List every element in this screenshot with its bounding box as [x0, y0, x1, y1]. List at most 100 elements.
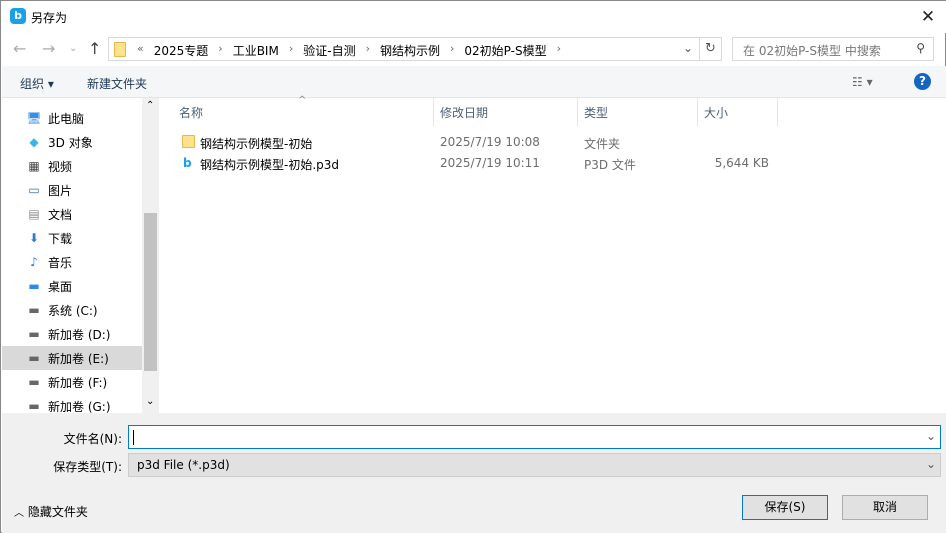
sidebar-item[interactable]: ▬ 新加卷 (D:) [2, 322, 142, 346]
file-list: ^ 名称 修改日期 类型 大小 钢结构示例模型-初始 2025/7/19 10:… [160, 95, 946, 413]
video-icon: ▦ [28, 159, 40, 173]
breadcrumb-item[interactable]: 2025专题 [148, 42, 215, 59]
divider [697, 98, 698, 126]
back-button[interactable]: ← [13, 39, 26, 58]
document-icon: ▤ [28, 207, 40, 221]
close-button[interactable]: ✕ [913, 5, 943, 29]
up-button[interactable]: ↑ [88, 39, 101, 58]
file-name: 钢结构示例模型-初始 [200, 137, 313, 151]
drive-icon: ▬ [28, 327, 40, 341]
sidebar-item-label: 下载 [48, 231, 73, 246]
sidebar-item[interactable]: ▦ 视频 [2, 154, 142, 178]
recent-dropdown-button[interactable]: ⌄ [69, 43, 77, 54]
drive-icon: ▬ [28, 375, 40, 389]
organize-label: 组织 [20, 77, 45, 91]
file-type: P3D 文件 [584, 158, 636, 172]
sidebar-item-label: 新加卷 (D:) [48, 327, 111, 342]
refresh-icon[interactable]: ↻ [705, 41, 716, 56]
sidebar-item[interactable]: 🖥 此电脑 [2, 106, 142, 130]
app-icon: b [10, 8, 26, 24]
window-title: 另存为 [31, 11, 68, 25]
filetype-label: 保存类型(T): [53, 460, 122, 474]
folder-icon [182, 135, 195, 148]
sidebar-item[interactable]: ▬ 新加卷 (G:) [2, 394, 142, 413]
address-dropdown-icon[interactable]: ⌄ [683, 41, 693, 55]
filetype-select[interactable]: p3d File (*.p3d) ⌄ [128, 453, 941, 477]
save-button[interactable]: 保存(S) [742, 495, 828, 520]
column-header-size[interactable]: 大小 [704, 104, 728, 121]
sidebar-scrollbar[interactable]: ⌃ ⌄ [142, 98, 159, 413]
sidebar-item-label: 文档 [48, 207, 73, 222]
chevron-right-icon[interactable]: › [285, 42, 297, 59]
column-header-type[interactable]: 类型 [584, 104, 608, 121]
hide-folders-button[interactable]: ︿ 隐藏文件夹 [14, 503, 88, 520]
sidebar-item[interactable]: ▤ 文档 [2, 202, 142, 226]
file-name: 钢结构示例模型-初始.p3d [200, 158, 340, 172]
file-row[interactable]: b 钢结构示例模型-初始.p3d 2025/7/19 10:11 P3D 文件 … [160, 153, 946, 174]
sidebar-item[interactable]: ▬ 新加卷 (F:) [2, 370, 142, 394]
sidebar-item[interactable]: ▭ 图片 [2, 178, 142, 202]
sidebar-item-label: 音乐 [48, 255, 73, 270]
breadcrumb-item[interactable]: 钢结构示例 [374, 42, 446, 59]
desktop-icon: ▬ [28, 279, 40, 293]
file-modified: 2025/7/19 10:08 [440, 135, 540, 149]
new-folder-button[interactable]: 新建文件夹 [87, 75, 147, 92]
sidebar-item-label: 新加卷 (G:) [48, 399, 111, 414]
chevron-right-icon[interactable]: › [446, 42, 458, 59]
forward-button[interactable]: → [42, 39, 55, 58]
sidebar-item[interactable]: ♪ 音乐 [2, 250, 142, 274]
text-cursor [133, 430, 134, 445]
chevron-right-icon[interactable]: › [553, 42, 565, 59]
sidebar-item-label: 新加卷 (E:) [48, 351, 109, 366]
view-options-icon[interactable]: ☷ ▾ [852, 75, 873, 89]
chevron-right-icon[interactable]: › [362, 42, 374, 59]
divider [699, 38, 700, 60]
column-header-name[interactable]: 名称 [179, 104, 203, 121]
filetype-value: p3d File (*.p3d) [137, 458, 230, 472]
file-type: 文件夹 [584, 137, 621, 151]
p3d-file-icon: b [183, 156, 192, 170]
drive-icon: ▬ [28, 351, 40, 365]
sidebar-item-label: 此电脑 [48, 111, 85, 126]
scroll-up-icon[interactable]: ⌃ [146, 100, 154, 111]
filename-input[interactable]: ⌄ [128, 425, 941, 449]
chevron-down-icon[interactable]: ⌄ [926, 429, 936, 443]
breadcrumb-overflow[interactable]: « [133, 42, 148, 59]
sidebar-item[interactable]: ▬ 系统 (C:) [2, 298, 142, 322]
sidebar-item-label: 3D 对象 [48, 135, 93, 150]
scrollbar-thumb[interactable] [144, 213, 157, 371]
sort-ascending-icon: ^ [298, 95, 307, 106]
address-bar[interactable]: « 2025专题 › 工业BIM › 验证-自测 › 钢结构示例 › 02初始P-S模型… [108, 37, 722, 61]
breadcrumb: « 2025专题 › 工业BIM › 验证-自测 › 钢结构示例 › 02初始P-S模型… [133, 42, 565, 59]
cube-icon: ◆ [29, 135, 39, 149]
file-row[interactable]: 钢结构示例模型-初始 2025/7/19 10:08 文件夹 [160, 132, 946, 153]
file-size: 5,644 KB [714, 156, 769, 170]
picture-icon: ▭ [28, 183, 40, 197]
organize-button[interactable]: 组织 ▾ [20, 75, 54, 92]
search-placeholder: 在 02初始P-S模型 中搜索 [743, 44, 881, 58]
search-icon[interactable]: ⚲ [916, 41, 925, 55]
sidebar-item[interactable]: ▬ 桌面 [2, 274, 142, 298]
navigation-pane: 🖥 此电脑 ◆ 3D 对象 ▦ 视频 ▭ 图片 ▤ 文档 ⬇ 下载 ♪ 音乐 ▬ 桌面 ▬ 系统 (C:) ▬ 新加卷… [2, 98, 142, 413]
cancel-button[interactable]: 取消 [842, 495, 928, 520]
sidebar-item[interactable]: ⬇ 下载 [2, 226, 142, 250]
sidebar-item[interactable]: ▬ 新加卷 (E:) [2, 346, 142, 370]
sidebar-item-label: 图片 [48, 183, 73, 198]
download-icon: ⬇ [28, 231, 40, 245]
scroll-down-icon[interactable]: ⌄ [146, 396, 154, 407]
title-bar: b 另存为 ✕ [1, 1, 946, 33]
search-input[interactable]: 在 02初始P-S模型 中搜索 ⚲ [732, 37, 934, 61]
help-icon[interactable]: ? [914, 73, 931, 90]
divider [777, 98, 778, 126]
chevron-right-icon[interactable]: › [214, 42, 226, 59]
breadcrumb-item[interactable]: 验证-自测 [297, 42, 361, 59]
drive-icon: ▬ [28, 303, 40, 317]
breadcrumb-item[interactable]: 工业BIM [227, 42, 285, 59]
breadcrumb-item[interactable]: 02初始P-S模型 [458, 42, 552, 59]
sidebar-item-label: 视频 [48, 159, 73, 174]
divider [577, 98, 578, 126]
chevron-down-icon: ⌄ [925, 457, 936, 471]
filename-label: 文件名(N): [63, 432, 122, 446]
sidebar-item[interactable]: ◆ 3D 对象 [2, 130, 142, 154]
column-header-modified[interactable]: 修改日期 [440, 104, 488, 121]
